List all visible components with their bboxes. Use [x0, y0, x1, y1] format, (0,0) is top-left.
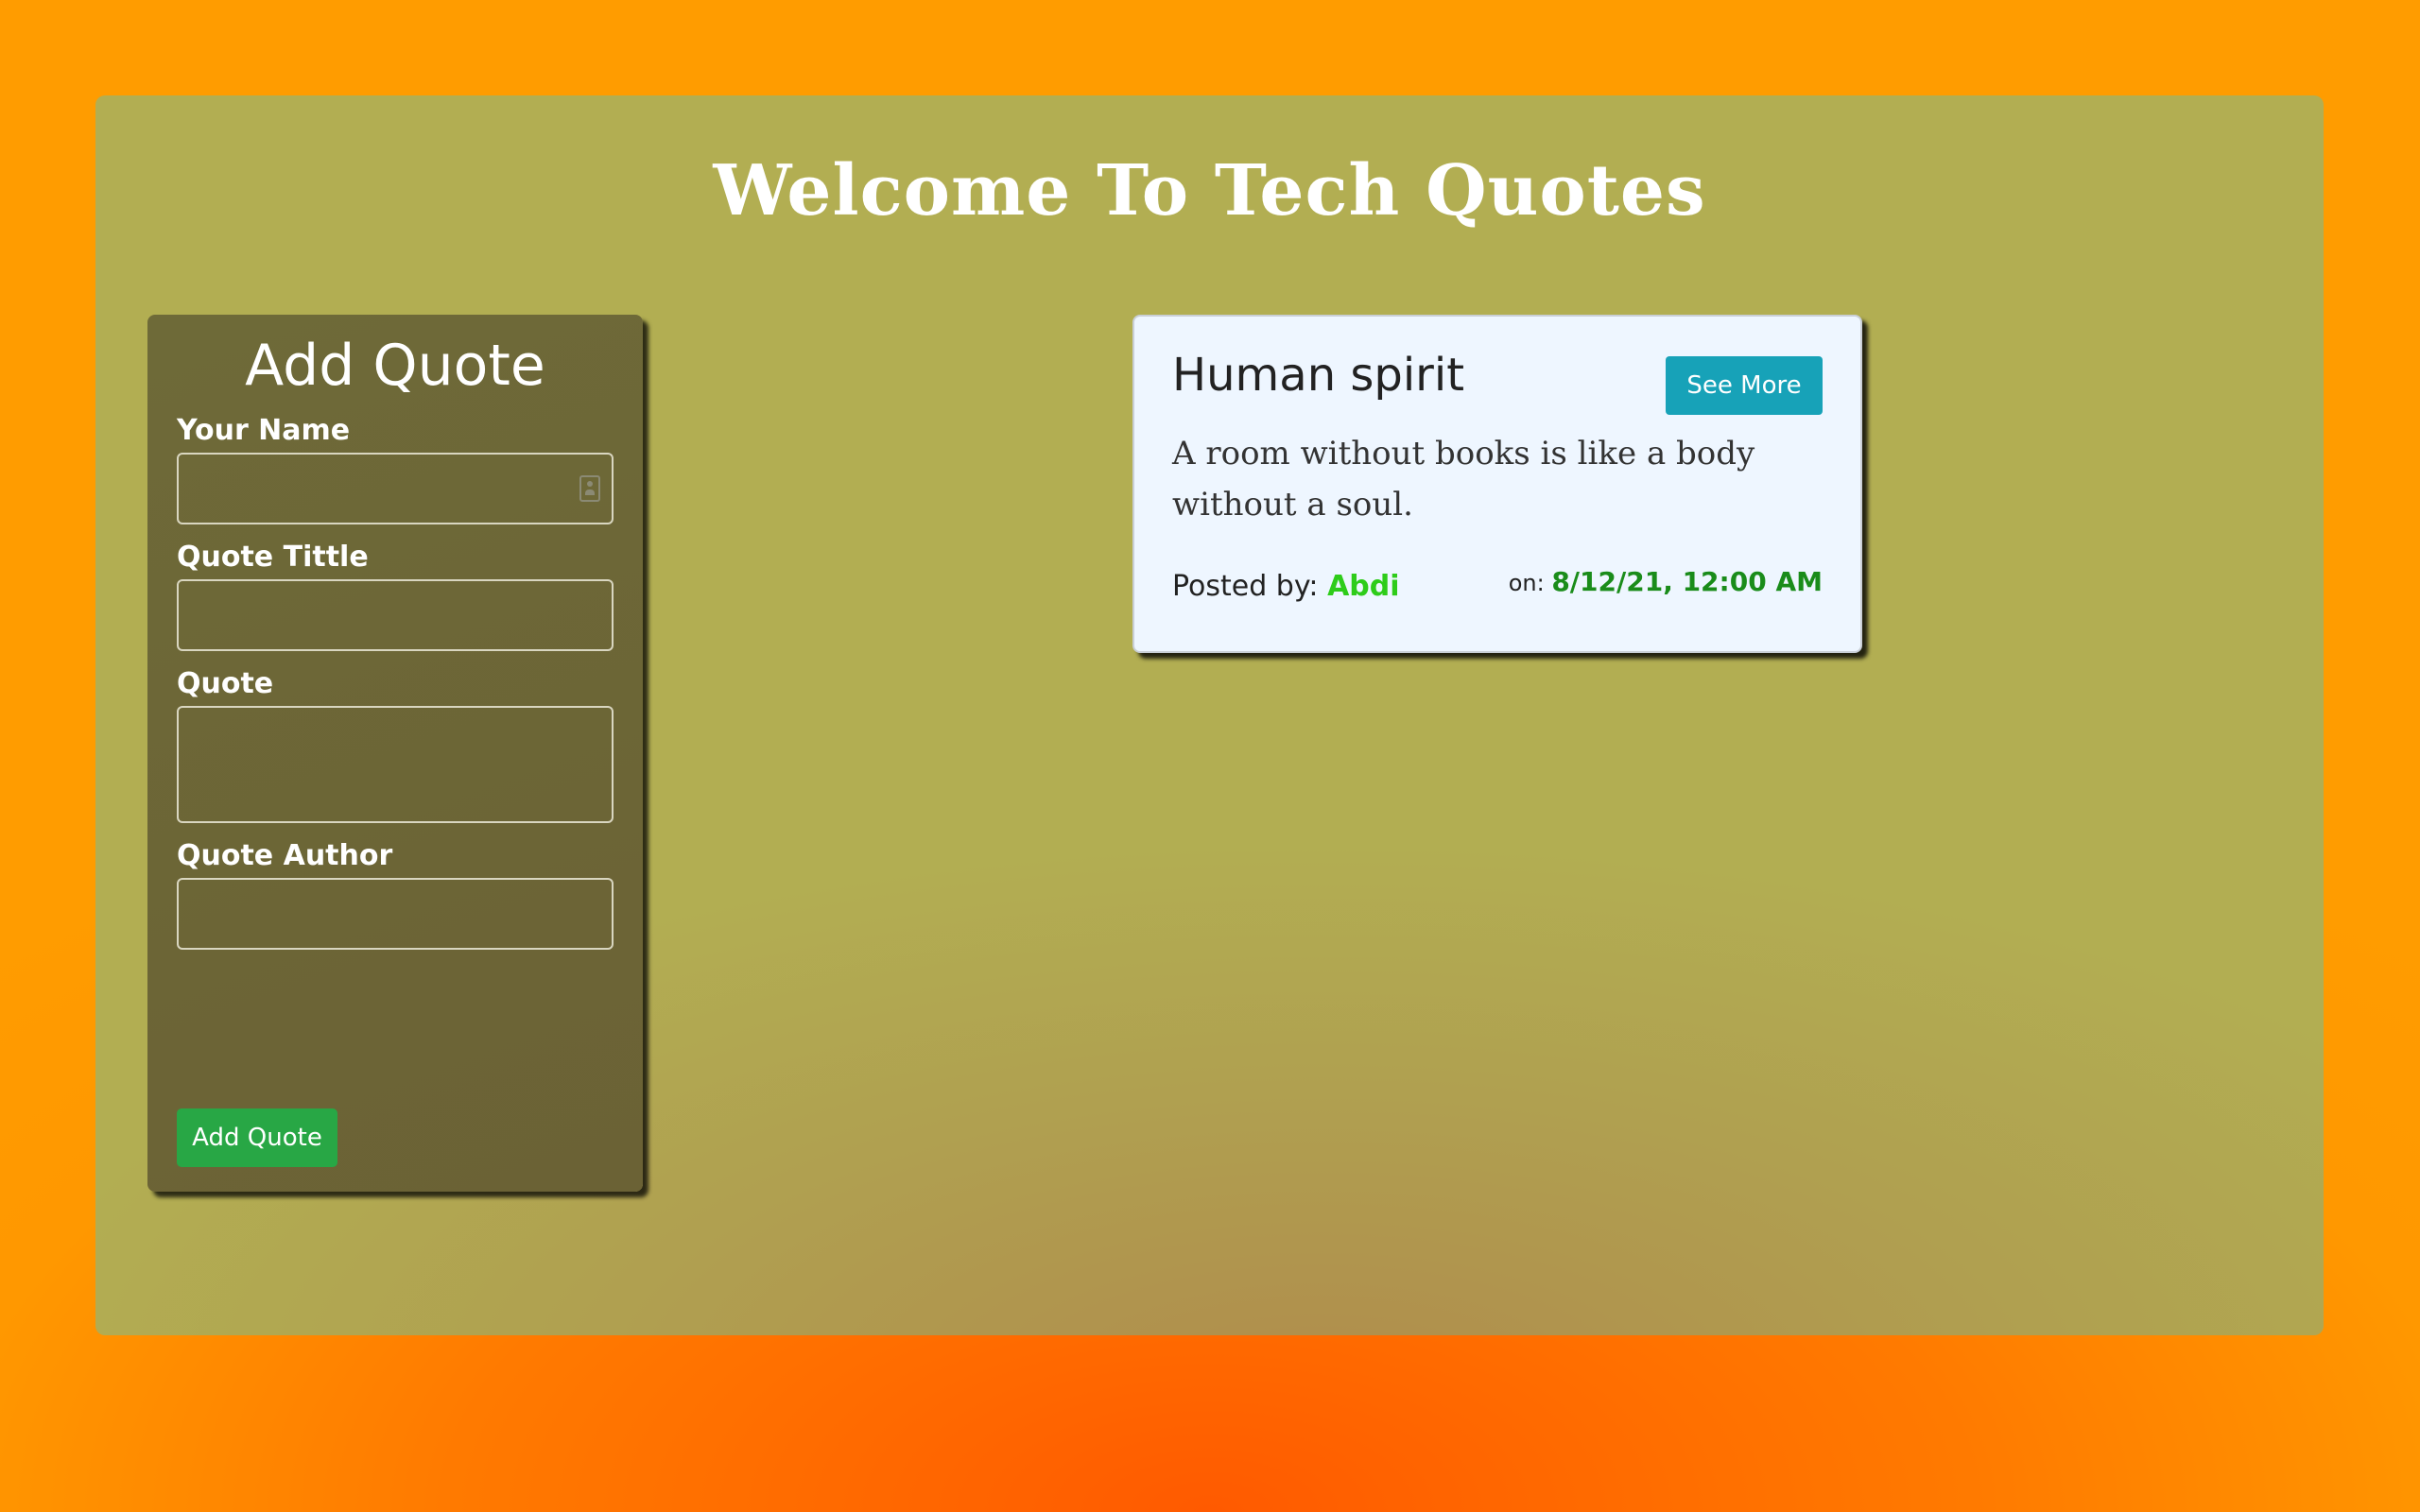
quote-author: Abdi — [1327, 570, 1400, 603]
posted-by: Posted by: Abdi — [1172, 570, 1400, 603]
your-name-label: Your Name — [177, 414, 351, 447]
quote-label: Quote — [177, 667, 274, 700]
quote-card: Human spirit See More A room without boo… — [1132, 315, 1862, 653]
form-title: Add Quote — [245, 333, 545, 399]
page-title: Welcome To Tech Quotes — [713, 150, 1706, 232]
quote-title-label: Quote Tittle — [177, 541, 369, 574]
posted-date: 8/12/21, 12:00 AM — [1551, 566, 1823, 597]
contact-card-icon[interactable] — [579, 475, 600, 502]
quote-textarea[interactable] — [177, 706, 614, 823]
jumbotron: Welcome To Tech Quotes Add Quote Your Na… — [95, 95, 2324, 1335]
add-quote-button[interactable]: Add Quote — [177, 1108, 337, 1167]
quote-title: Human spirit — [1172, 349, 1465, 402]
posted-on-label: on: — [1508, 570, 1545, 596]
add-quote-form: Add Quote Your Name Quote Tittle Quote Q… — [147, 315, 643, 1192]
quote-title-input[interactable] — [177, 579, 614, 651]
posted-on: on: 8/12/21, 12:00 AM — [1509, 566, 1823, 597]
see-more-button[interactable]: See More — [1666, 356, 1823, 415]
quote-text: A room without books is like a body with… — [1172, 435, 1755, 524]
posted-by-label: Posted by: — [1172, 570, 1319, 603]
your-name-input[interactable] — [177, 453, 614, 524]
quote-author-input[interactable] — [177, 878, 614, 950]
quote-author-label: Quote Author — [177, 839, 393, 872]
